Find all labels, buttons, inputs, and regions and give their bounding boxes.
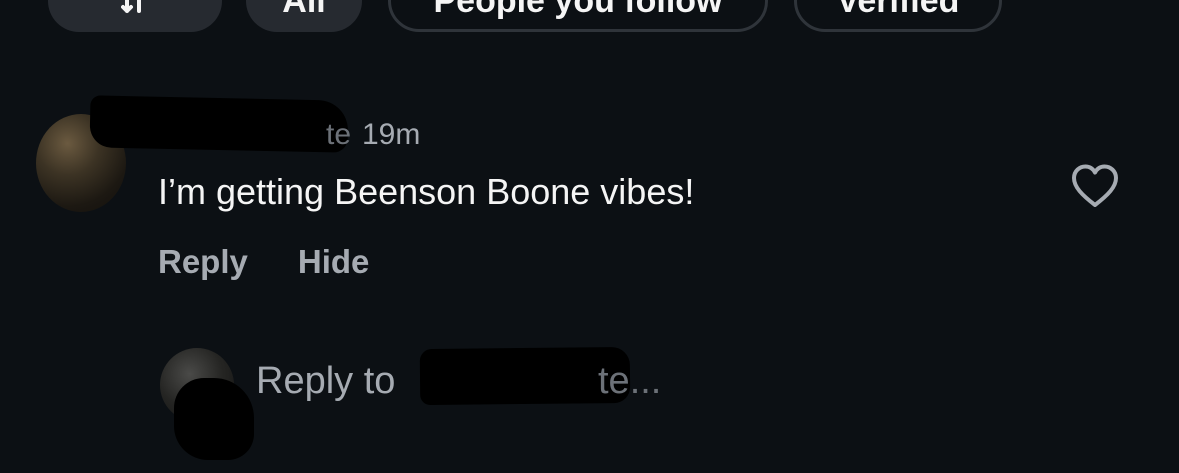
filter-chips: All People you follow Verified — [0, 0, 1179, 36]
comment-text: I’m getting Beenson Boone vibes! — [158, 171, 695, 212]
hide-button[interactable]: Hide — [298, 243, 370, 281]
reply-placeholder-suffix: te... — [598, 360, 662, 402]
sort-icon — [121, 0, 141, 13]
avatar-redaction — [174, 378, 254, 460]
username-redaction — [89, 95, 349, 153]
filter-chip-all[interactable]: All — [246, 0, 362, 32]
filter-chip-label: People you follow — [433, 0, 723, 20]
reply-button[interactable]: Reply — [158, 243, 248, 281]
filter-chip-label: Verified — [836, 0, 960, 20]
heart-outline-icon[interactable] — [1070, 163, 1120, 209]
comment-actions: Reply Hide — [158, 243, 369, 281]
filter-chip-people-you-follow[interactable]: People you follow — [388, 0, 768, 32]
filter-chip-label: All — [282, 0, 326, 20]
reply-placeholder-prefix: Reply to — [256, 360, 396, 402]
reply-input[interactable]: Reply to — [256, 360, 395, 403]
filter-chip-verified[interactable]: Verified — [794, 0, 1002, 32]
username[interactable]: te — [326, 118, 351, 152]
sort-filter-chip[interactable] — [48, 0, 222, 32]
comment-timestamp: 19m — [362, 118, 421, 151]
